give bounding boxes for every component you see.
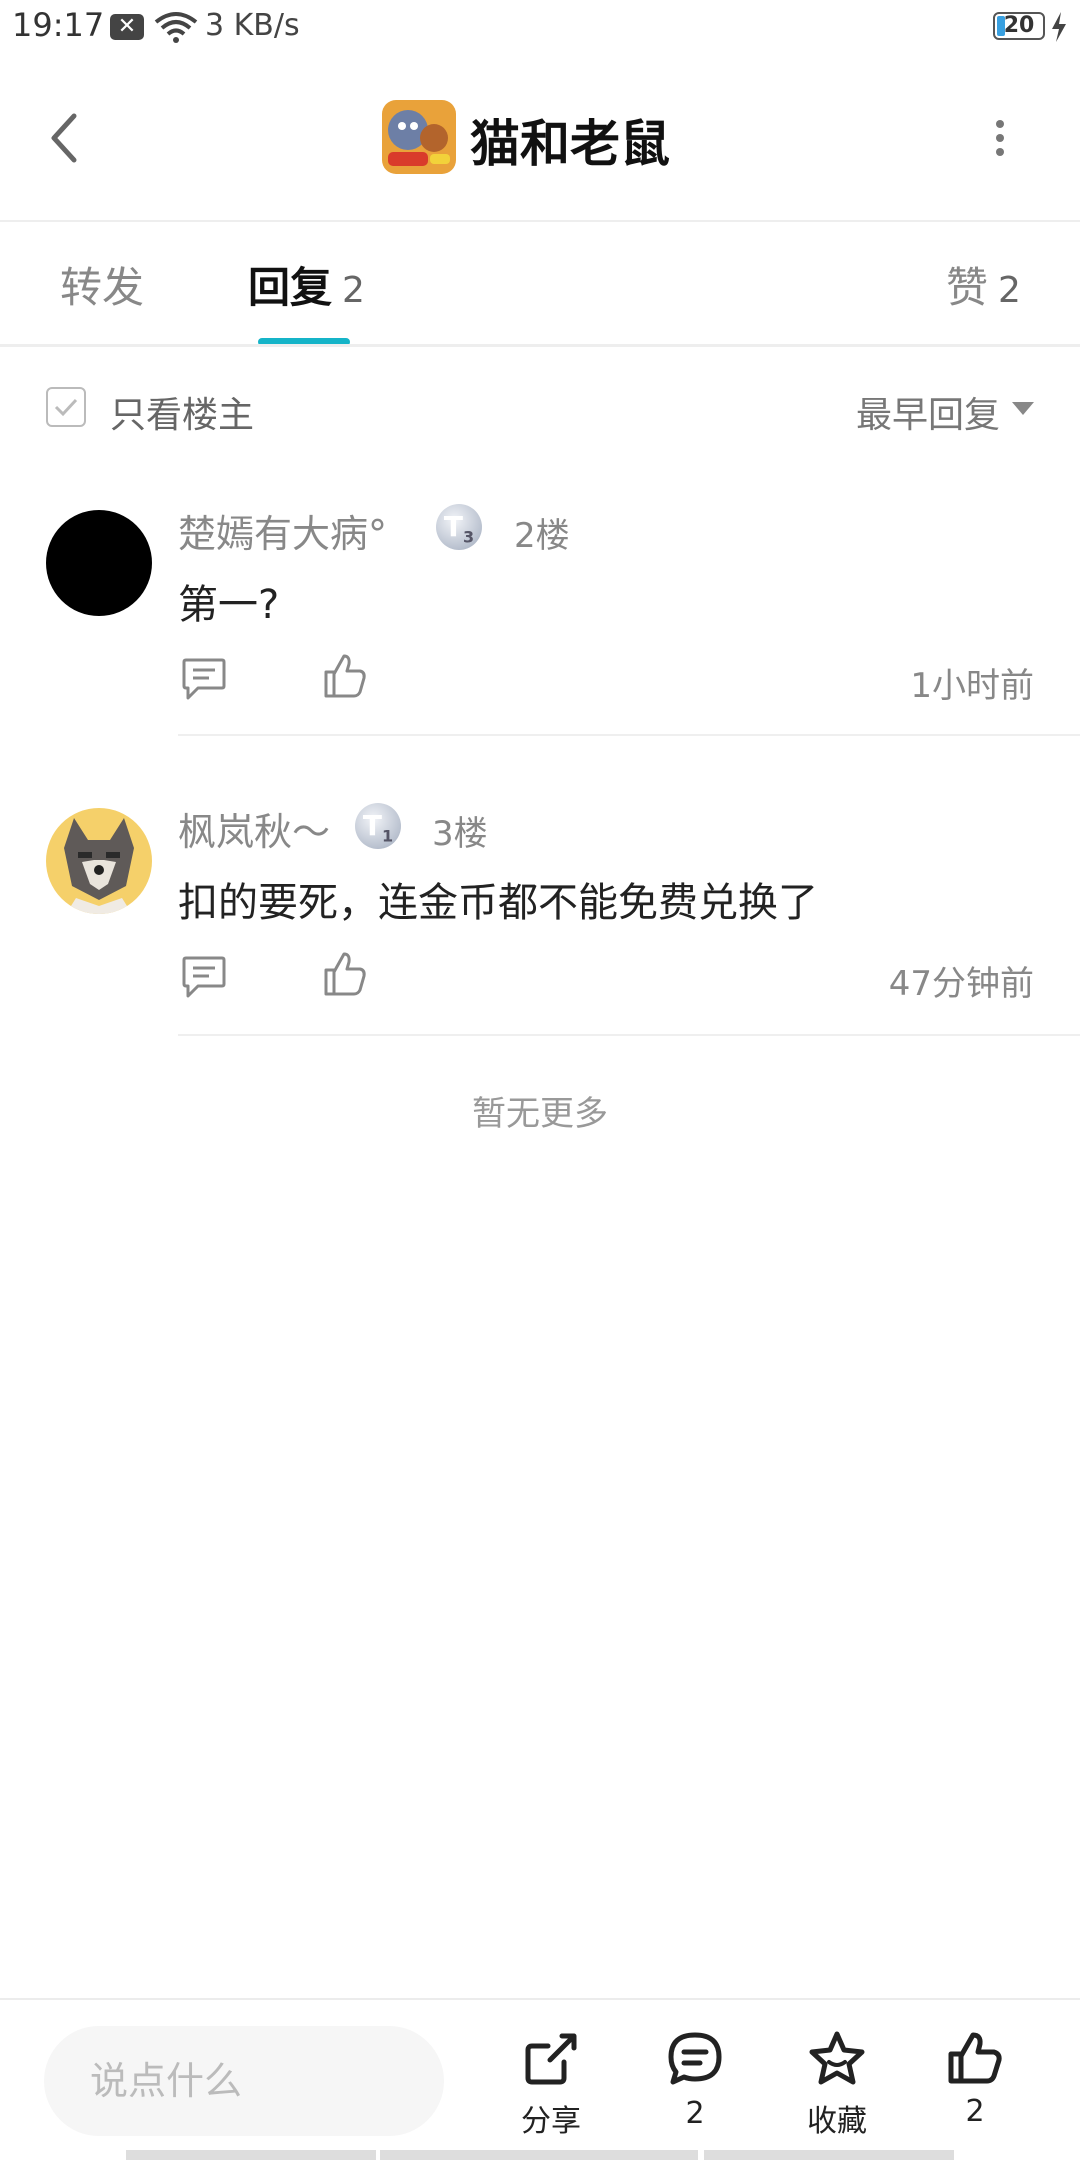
- status-time: 19:17: [12, 6, 105, 44]
- reply-icon[interactable]: [180, 656, 228, 702]
- chevron-left-icon[interactable]: [44, 110, 84, 166]
- nav-bar-segment: [380, 2150, 698, 2160]
- comment-divider: [178, 1034, 1080, 1036]
- only-op-checkbox[interactable]: [46, 387, 86, 427]
- comment-username[interactable]: 楚嫣有大病°: [178, 503, 387, 558]
- comment-count: 2: [685, 2096, 705, 2131]
- favorite-button[interactable]: 收藏: [782, 2030, 892, 2140]
- badge-letter: T: [362, 809, 382, 842]
- thumbs-up-icon[interactable]: [322, 652, 368, 700]
- share-label: 分享: [521, 2104, 581, 2139]
- comment-icon: [668, 2032, 722, 2085]
- comment-time: 1小时前: [910, 666, 1034, 706]
- tab-replies[interactable]: 回复 2: [248, 254, 365, 315]
- more-vertical-icon[interactable]: [988, 118, 1012, 158]
- share-icon: [525, 2033, 577, 2085]
- user-level-badge: T3: [436, 504, 482, 550]
- comment-button[interactable]: 2: [640, 2030, 750, 2131]
- tab-forward[interactable]: 转发: [60, 254, 144, 315]
- page-title: 猫和老鼠: [470, 115, 670, 173]
- no-more-text: 暂无更多: [472, 1094, 608, 1134]
- charging-icon: [1052, 12, 1066, 42]
- nav-bar-segment: [704, 2150, 954, 2160]
- caret-down-icon[interactable]: [1012, 402, 1034, 415]
- badge-level: 3: [462, 527, 475, 547]
- floor-number: 3楼: [432, 814, 488, 854]
- avatar[interactable]: [46, 510, 152, 616]
- battery-icon: 20: [993, 12, 1045, 40]
- thumbs-up-icon[interactable]: [322, 950, 368, 998]
- sort-dropdown[interactable]: 最早回复: [856, 386, 1000, 438]
- favorite-label: 收藏: [807, 2104, 867, 2139]
- tab-forward-label: 转发: [60, 263, 145, 312]
- thumbs-up-icon: [948, 2032, 1002, 2084]
- only-op-label[interactable]: 只看楼主: [110, 386, 254, 438]
- like-count: 2: [965, 2094, 985, 2129]
- avatar[interactable]: [46, 808, 152, 914]
- tab-replies-label: 回复: [248, 263, 333, 312]
- wifi-icon: [154, 12, 198, 43]
- tab-likes[interactable]: 赞2: [946, 254, 1021, 315]
- share-button[interactable]: 分享: [496, 2030, 606, 2140]
- notification-close-icon: ✕: [110, 14, 144, 40]
- nav-bar-segment: [126, 2150, 376, 2160]
- badge-letter: T: [443, 510, 463, 543]
- tab-likes-label: 赞: [946, 263, 989, 312]
- network-speed: 3 KB/s: [205, 8, 300, 43]
- tabs-divider: [0, 344, 1080, 347]
- status-bar: 19:17 ✕ 3 KB/s 20: [0, 0, 1080, 56]
- comment-text: 第一?: [178, 582, 280, 628]
- game-logo-icon: [382, 100, 456, 174]
- comment-input[interactable]: [44, 2026, 444, 2136]
- check-icon: [54, 398, 78, 417]
- battery-level: 20: [1003, 13, 1035, 38]
- tab-likes-count: 2: [998, 270, 1021, 311]
- user-level-badge: T1: [355, 803, 401, 849]
- comment-username[interactable]: 枫岚秋～: [178, 801, 330, 856]
- floor-number: 2楼: [514, 516, 570, 556]
- comment-text: 扣的要死，连金币都不能免费兑换了: [178, 880, 818, 926]
- star-icon: [809, 2031, 865, 2085]
- reply-icon[interactable]: [180, 954, 228, 1000]
- tab-replies-count: 2: [342, 270, 365, 311]
- badge-level: 1: [381, 826, 394, 846]
- comment-time: 47分钟前: [888, 964, 1034, 1004]
- like-button[interactable]: 2: [920, 2030, 1030, 2129]
- comment-divider: [178, 734, 1080, 736]
